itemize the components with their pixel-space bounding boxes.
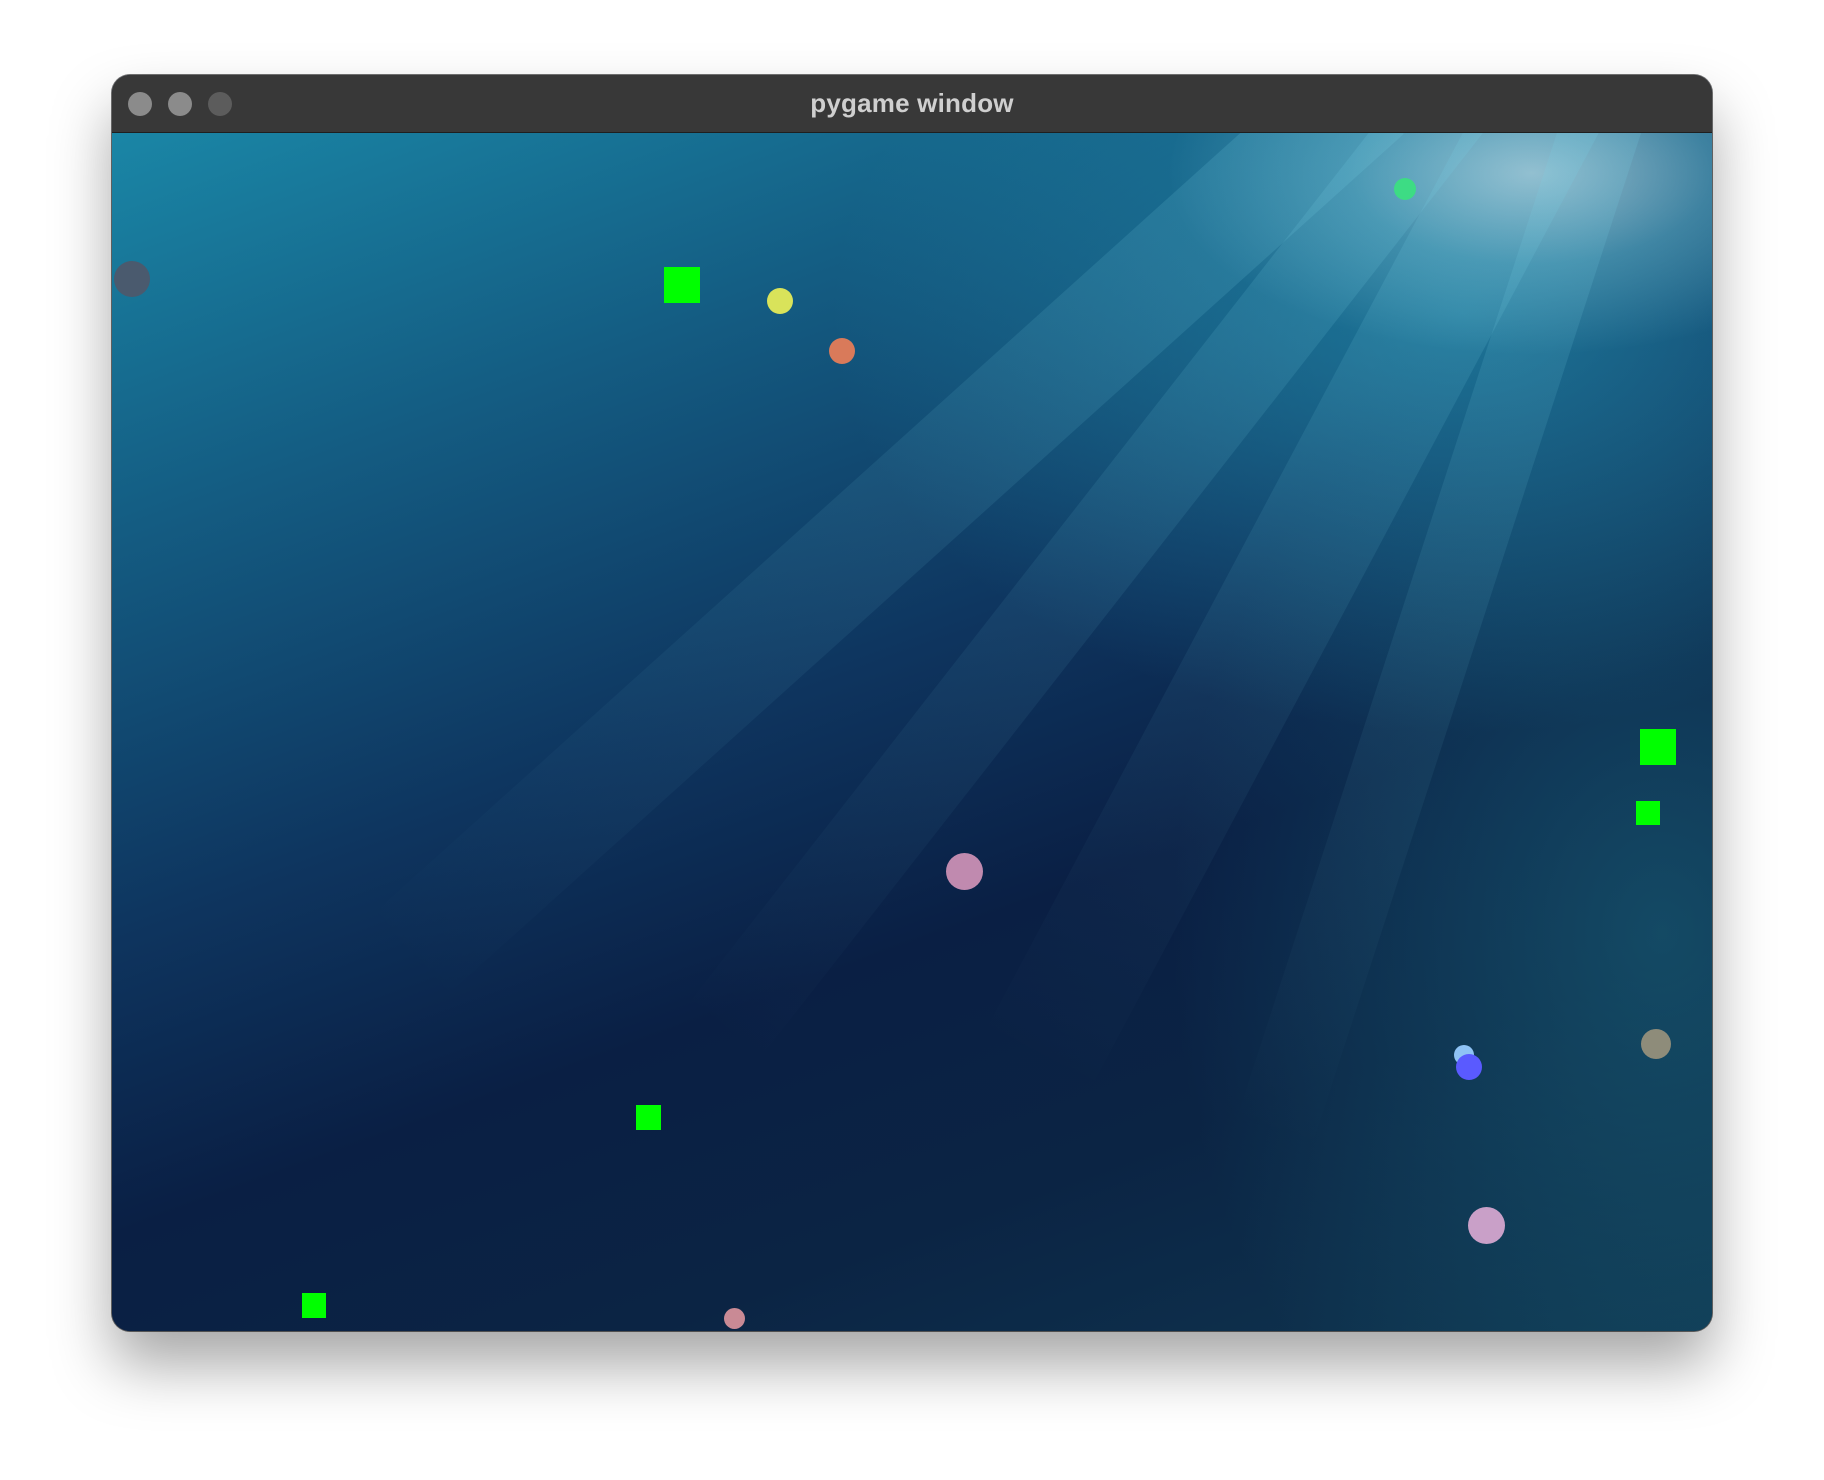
rose-dot-sprite bbox=[724, 1308, 745, 1329]
pygame-window: pygame window bbox=[112, 75, 1712, 1331]
orange-dot-sprite bbox=[829, 338, 855, 364]
window-titlebar[interactable]: pygame window bbox=[112, 75, 1712, 133]
green-dot-sprite bbox=[1394, 178, 1416, 200]
green-square-sprite bbox=[636, 1105, 661, 1130]
green-square-sprite bbox=[1636, 801, 1660, 825]
green-square-sprite bbox=[302, 1293, 326, 1318]
screenshot-stage: pygame window bbox=[0, 0, 1824, 1480]
window-title: pygame window bbox=[810, 88, 1014, 118]
green-square-sprite bbox=[1640, 729, 1676, 765]
blue-dot-sprite bbox=[1456, 1054, 1482, 1080]
mauve-dot-sprite bbox=[946, 853, 983, 890]
yellow-dot-sprite bbox=[767, 288, 793, 314]
game-canvas[interactable] bbox=[112, 133, 1712, 1331]
green-square-sprite bbox=[664, 267, 700, 303]
grey-blob-sprite bbox=[114, 261, 150, 297]
pink-dot-sprite bbox=[1468, 1207, 1505, 1244]
olive-dot-sprite bbox=[1641, 1029, 1671, 1059]
